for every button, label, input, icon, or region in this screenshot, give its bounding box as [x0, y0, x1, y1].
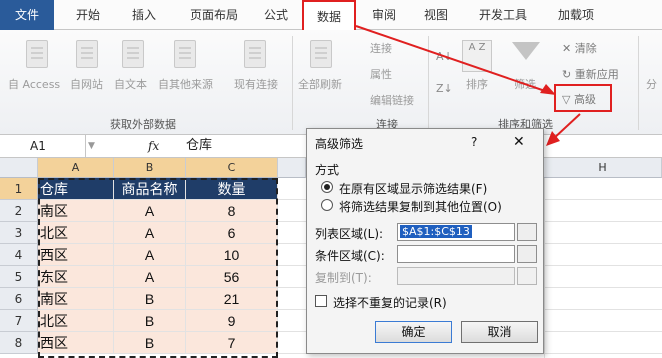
copy-to-label: 复制到(T): [315, 271, 372, 285]
unique-records-label[interactable]: 选择不重复的记录(R) [333, 294, 447, 311]
ok-button[interactable]: 确定 [375, 321, 452, 343]
radio-selected-dot [324, 184, 330, 190]
option-copy-elsewhere-label[interactable]: 将筛选结果复制到其他位置(O) [339, 198, 502, 215]
collapse-dialog-icon[interactable] [517, 223, 537, 241]
unique-records-checkbox[interactable] [315, 295, 327, 307]
help-button[interactable]: ? [471, 135, 477, 149]
copy-to-field[interactable] [397, 267, 515, 285]
arrow-head-to-advanced [540, 84, 556, 95]
cancel-button[interactable]: 取消 [461, 321, 538, 343]
list-range-value: $A$1:$C$13 [400, 225, 472, 238]
close-icon[interactable]: ✕ [513, 134, 525, 150]
criteria-range-field[interactable] [397, 245, 515, 263]
radio-copy-elsewhere[interactable] [321, 199, 333, 211]
radio-in-place[interactable] [321, 181, 333, 193]
arrow-line-to-dialog [551, 113, 581, 141]
method-label: 方式 [315, 163, 340, 177]
dialog-title: 高级筛选 [315, 137, 364, 151]
advanced-filter-dialog: 高级筛选 ? ✕ 方式 在原有区域显示筛选结果(F) 将筛选结果复制到其他位置(… [306, 128, 544, 354]
option-in-place-label[interactable]: 在原有区域显示筛选结果(F) [339, 180, 487, 197]
collapse-dialog-icon[interactable] [517, 245, 537, 263]
arrow-line-to-advanced [355, 25, 549, 93]
collapse-dialog-icon[interactable] [517, 267, 537, 285]
list-range-field[interactable]: $A$1:$C$13 [397, 223, 515, 241]
list-range-label: 列表区域(L): [315, 227, 384, 241]
criteria-range-label: 条件区域(C): [315, 249, 385, 263]
